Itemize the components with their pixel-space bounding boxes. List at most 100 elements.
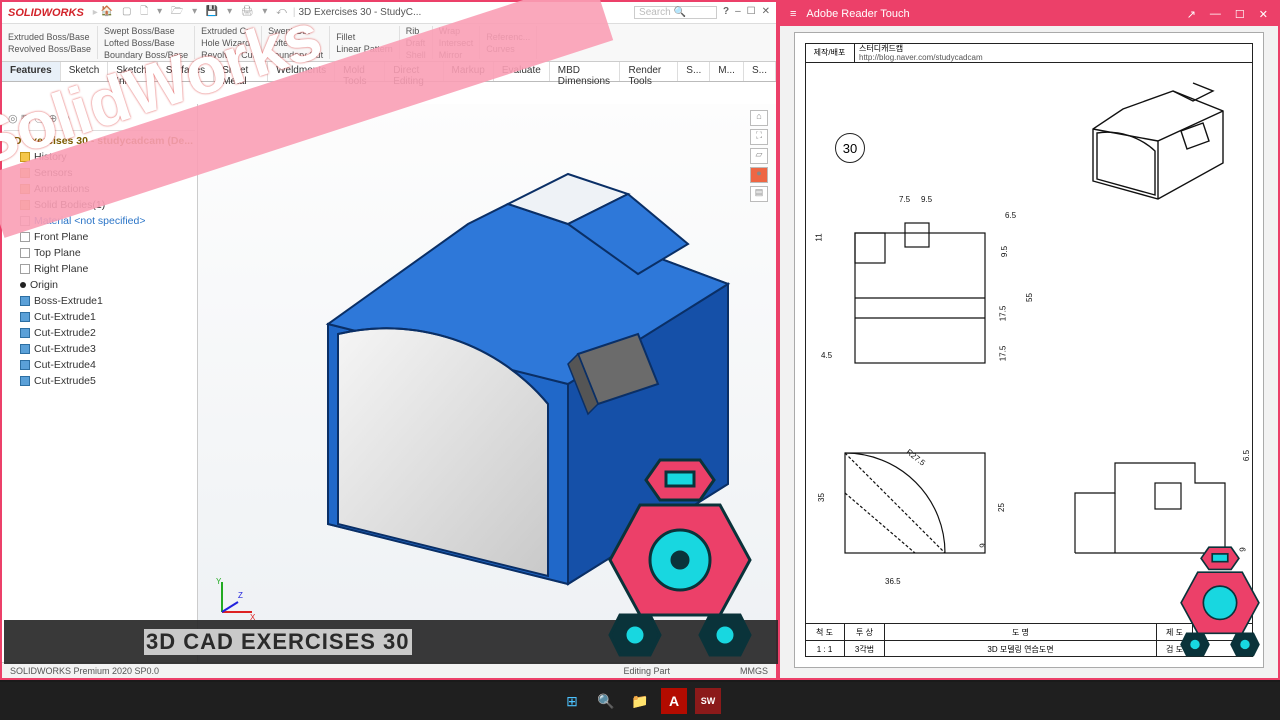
pdf-viewport[interactable]: 제작/배포 스터디캐드캠http://blog.naver.com/studyc…	[780, 26, 1278, 678]
hamburger-icon[interactable]: ≡	[790, 8, 796, 20]
command-tabs: Features Sketch Sketch Ink Surfaces Shee…	[2, 62, 776, 82]
search-box[interactable]: Search 🔍	[634, 6, 717, 19]
tree-item-label: Boss-Extrude1	[34, 295, 103, 307]
close-icon[interactable]: ✕	[762, 6, 770, 19]
swept-boss-button[interactable]: Swept Boss/Base	[104, 25, 188, 37]
tab-m[interactable]: M...	[710, 62, 744, 81]
taskbar-acrobat-icon[interactable]: A	[661, 688, 687, 714]
tab-mbd[interactable]: MBD Dimensions	[550, 62, 621, 81]
tree-item[interactable]: Cut-Extrude4	[4, 357, 195, 373]
tab-sketch-ink[interactable]: Sketch Ink	[108, 62, 157, 81]
pattern-button[interactable]: Linear Pattern	[336, 43, 393, 55]
start-button[interactable]: ⊞	[559, 688, 585, 714]
feat-icon	[20, 312, 30, 322]
iso-view	[1063, 71, 1243, 211]
status-mode: Editing Part	[623, 666, 670, 676]
pdf-max-icon[interactable]: ☐	[1235, 8, 1245, 21]
rib-button[interactable]: Rib	[406, 25, 426, 37]
sw-logo: SOLIDWORKS	[8, 7, 84, 19]
tree-item-label: Cut-Extrude5	[34, 375, 96, 387]
max-icon[interactable]: ☐	[747, 6, 756, 19]
plane-icon	[20, 232, 30, 242]
tab-markup[interactable]: Markup	[444, 62, 494, 81]
tree-item[interactable]: Solid Bodies(1)	[4, 197, 195, 213]
doc-title: 3D Exercises 30 - StudyC...	[298, 7, 421, 18]
tab-sketch[interactable]: Sketch	[61, 62, 109, 81]
tree-root[interactable]: 3D Exercises 30 - studycadcam (De...	[4, 133, 195, 149]
taskbar-solidworks-icon[interactable]: SW	[695, 688, 721, 714]
mat-icon	[20, 216, 30, 226]
graphics-area[interactable]: ⌂ ⛶ ▱ ● ▤	[198, 104, 776, 662]
extruded-boss-button[interactable]: Extruded Boss/Base	[8, 31, 91, 43]
tab-direct[interactable]: Direct Editing	[385, 62, 443, 81]
taskbar-explorer-icon[interactable]: 📁	[627, 688, 653, 714]
tab-render[interactable]: Render Tools	[620, 62, 678, 81]
status-version: SOLIDWORKS Premium 2020 SP0.0	[10, 666, 159, 676]
tab-s1[interactable]: S...	[678, 62, 710, 81]
plane-icon	[20, 248, 30, 258]
feature-tree[interactable]: ◎ ▦ ⦿ ⊕ ◉ 3D Exercises 30 - studycadcam …	[2, 104, 198, 662]
tree-item[interactable]: Front Plane	[4, 229, 195, 245]
intersect-button[interactable]: Intersect	[439, 37, 474, 49]
pdf-close-icon[interactable]: ✕	[1259, 8, 1268, 21]
pdf-min-icon[interactable]: —	[1210, 8, 1221, 21]
tree-item-label: Cut-Extrude3	[34, 343, 96, 355]
revolved-boss-button[interactable]: Revolved Boss/Base	[8, 43, 91, 55]
revolved-cut-button[interactable]: Revolved Cut	[201, 49, 255, 61]
tab-weldments[interactable]: Weldments	[268, 62, 335, 81]
tree-item[interactable]: Origin	[4, 277, 195, 293]
folder-icon	[20, 184, 30, 194]
tree-item[interactable]: Cut-Extrude5	[4, 373, 195, 389]
min-icon[interactable]: –	[735, 6, 741, 19]
shell-button[interactable]: Shell	[406, 49, 426, 61]
boundary-cut-button[interactable]: Boundary Cut	[268, 49, 323, 61]
lofted-boss-button[interactable]: Lofted Boss/Base	[104, 37, 188, 49]
tree-item[interactable]: Boss-Extrude1	[4, 293, 195, 309]
windows-taskbar: ⊞ 🔍 📁 A SW	[0, 682, 1280, 720]
hole-wizard-button[interactable]: Hole Wizard	[201, 37, 255, 49]
tree-item[interactable]: Sensors	[4, 165, 195, 181]
pdf-arrow-icon[interactable]: ↗	[1187, 8, 1196, 21]
ref-geom-button[interactable]: Referenc...	[486, 31, 530, 43]
help-icon[interactable]: ?	[723, 6, 729, 19]
fillet-button[interactable]: Fillet	[336, 31, 393, 43]
sw-qat-icons[interactable]: 🏠 ▢ 🗋 ▾ 🗁 ▾ 💾 ▾ 🖨 ▾ ⤺	[101, 4, 290, 21]
tree-item[interactable]: Material <not specified>	[4, 213, 195, 229]
tab-surfaces[interactable]: Surfaces	[158, 62, 214, 81]
taskbar-search-icon[interactable]: 🔍	[593, 688, 619, 714]
curves-button[interactable]: Curves	[486, 43, 530, 55]
boundary-boss-button[interactable]: Boundary Boss/Base	[104, 49, 188, 61]
folder-icon	[20, 168, 30, 178]
tree-item[interactable]: Annotations	[4, 181, 195, 197]
tree-tabs[interactable]: ◎ ▦ ⦿ ⊕ ◉	[4, 108, 195, 128]
exercise-number: 30	[835, 133, 865, 163]
status-units[interactable]: MMGS	[740, 666, 768, 676]
status-bar: SOLIDWORKS Premium 2020 SP0.0 Editing Pa…	[2, 662, 776, 678]
tree-item[interactable]: History	[4, 149, 195, 165]
tree-item-label: Sensors	[34, 167, 73, 179]
swept-cut-button[interactable]: Swept Cut	[268, 25, 323, 37]
solidworks-window: SOLIDWORKS ▸ 🏠 ▢ 🗋 ▾ 🗁 ▾ 💾 ▾ 🖨 ▾ ⤺ | 3D …	[0, 0, 778, 680]
wrap-button[interactable]: Wrap	[439, 25, 474, 37]
tab-s2[interactable]: S...	[744, 62, 776, 81]
drawing-sheet: 제작/배포 스터디캐드캠http://blog.naver.com/studyc…	[794, 32, 1264, 668]
sw-title-bar: SOLIDWORKS ▸ 🏠 ▢ 🗋 ▾ 🗁 ▾ 💾 ▾ 🖨 ▾ ⤺ | 3D …	[2, 2, 776, 24]
point-icon	[20, 282, 26, 288]
tree-item[interactable]: Right Plane	[4, 261, 195, 277]
tree-item[interactable]: Cut-Extrude2	[4, 325, 195, 341]
lofted-cut-button[interactable]: Lofted Cut	[268, 37, 323, 49]
tab-mold[interactable]: Mold Tools	[335, 62, 385, 81]
tab-features[interactable]: Features	[2, 62, 61, 81]
mirror-button[interactable]: Mirror	[439, 49, 474, 61]
tree-item[interactable]: Cut-Extrude3	[4, 341, 195, 357]
tree-item[interactable]: Cut-Extrude1	[4, 309, 195, 325]
pdf-app-title: Adobe Reader Touch	[806, 8, 909, 20]
tab-sheetmetal[interactable]: Sheet Metal	[214, 62, 268, 81]
draft-button[interactable]: Draft	[406, 37, 426, 49]
tree-item[interactable]: Top Plane	[4, 245, 195, 261]
tree-item-label: Solid Bodies(1)	[34, 199, 105, 211]
tab-evaluate[interactable]: Evaluate	[494, 62, 550, 81]
sheet-header: 제작/배포 스터디캐드캠http://blog.naver.com/studyc…	[805, 43, 1253, 63]
tree-item-label: Origin	[30, 279, 58, 291]
extruded-cut-button[interactable]: Extruded Cut	[201, 25, 255, 37]
